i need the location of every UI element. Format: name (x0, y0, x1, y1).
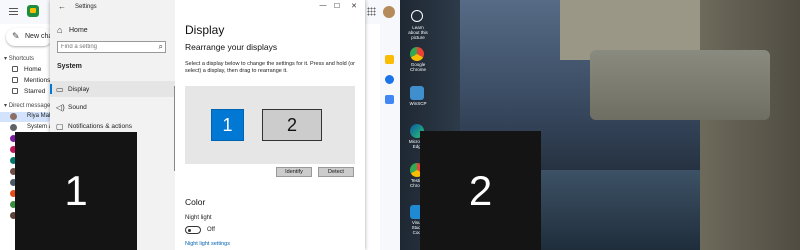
dm-name: System a (27, 124, 53, 130)
desktop-icon-label: WinSCP (409, 101, 427, 106)
chrome-icon (410, 47, 424, 61)
desktop-icon-label: Learn about this picture (408, 25, 428, 40)
shortcut-starred[interactable]: Starred (12, 88, 45, 98)
rearrange-description: Select a display below to change the set… (185, 61, 355, 74)
nav-scrollbar[interactable] (174, 86, 175, 171)
identify-overlay-2: 2 (420, 131, 541, 250)
tasks-icon[interactable] (385, 75, 394, 84)
minimize-icon[interactable]: — (317, 2, 329, 9)
close-icon[interactable]: ✕ (348, 2, 360, 10)
desktop-icon-label: Google Chrome (409, 62, 426, 72)
nav-item-sound[interactable]: ◁) Sound (50, 99, 175, 115)
maximize-icon[interactable]: ☐ (331, 2, 343, 10)
shortcut-mentions[interactable]: Mentions (12, 77, 50, 87)
notification-icon: ▢ (56, 122, 64, 131)
home-icon (12, 66, 18, 73)
shortcut-label: Starred (24, 88, 46, 95)
monitor-icon: ▭ (56, 85, 64, 94)
monitor-2-tile[interactable]: 2 (262, 109, 322, 141)
keep-icon[interactable] (385, 55, 394, 64)
account-avatar[interactable] (383, 6, 395, 18)
wallpaper-building (700, 0, 800, 250)
section-title: System (57, 63, 82, 70)
shortcut-home[interactable]: Home (12, 66, 41, 76)
at-icon (12, 77, 18, 84)
dm-item-selected[interactable]: Riya Mall (0, 112, 52, 122)
camera-icon (411, 10, 423, 22)
color-heading: Color (185, 197, 206, 207)
nav-item-display[interactable]: ▭ Display (50, 81, 175, 97)
right-side-panel (380, 0, 400, 250)
star-icon (12, 88, 18, 95)
find-setting-input[interactable] (58, 42, 153, 52)
apps-grid-icon[interactable] (367, 7, 376, 16)
dm-header-label: Direct messages (8, 103, 54, 109)
shortcut-label: Mentions (24, 77, 51, 84)
nav-item-label: Sound (68, 104, 87, 111)
toggle-state-label: Off (207, 227, 215, 233)
speaker-icon: ◁) (56, 103, 65, 112)
identify-button[interactable]: Identify (276, 167, 312, 177)
night-light-toggle[interactable] (185, 226, 201, 234)
shortcuts-header-label: Shortcuts (8, 56, 35, 62)
shortcuts-header[interactable]: ▾ Shortcuts (4, 55, 34, 62)
night-light-settings-link[interactable]: Night light settings (185, 241, 230, 247)
avatar (10, 113, 17, 120)
window-title: Settings (75, 4, 97, 10)
wallpaper-canal (540, 170, 700, 250)
menu-icon[interactable] (9, 8, 18, 15)
contacts-icon[interactable] (385, 95, 394, 104)
nav-item-label: Notifications & actions (68, 123, 132, 130)
new-chat-button[interactable]: ✎ New chat (6, 28, 54, 46)
rearrange-heading: Rearrange your displays (185, 42, 278, 52)
avatar (10, 124, 17, 131)
winscp-icon (410, 86, 424, 100)
nav-item-label: Display (68, 86, 90, 93)
find-setting-search[interactable]: ⌕ (57, 41, 166, 53)
home-icon[interactable]: ⌂ (57, 25, 62, 35)
search-icon[interactable]: ⌕ (159, 42, 163, 52)
pencil-icon: ✎ (12, 31, 20, 41)
shortcut-label: Home (24, 66, 42, 73)
chat-logo-icon (27, 5, 39, 17)
detect-button[interactable]: Detect (318, 167, 354, 177)
dm-name: Riya Mall (27, 113, 52, 119)
wallpaper-bridge (590, 50, 770, 120)
night-light-label: Night light (185, 215, 212, 221)
page-title: Display (185, 23, 225, 37)
dm-header[interactable]: ▾ Direct messages (4, 102, 53, 109)
nav-home-label[interactable]: Home (69, 27, 88, 34)
identify-overlay-1: 1 (15, 132, 137, 250)
back-arrow-icon[interactable]: ← (58, 2, 66, 11)
monitor-1-tile[interactable]: 1 (211, 109, 244, 141)
